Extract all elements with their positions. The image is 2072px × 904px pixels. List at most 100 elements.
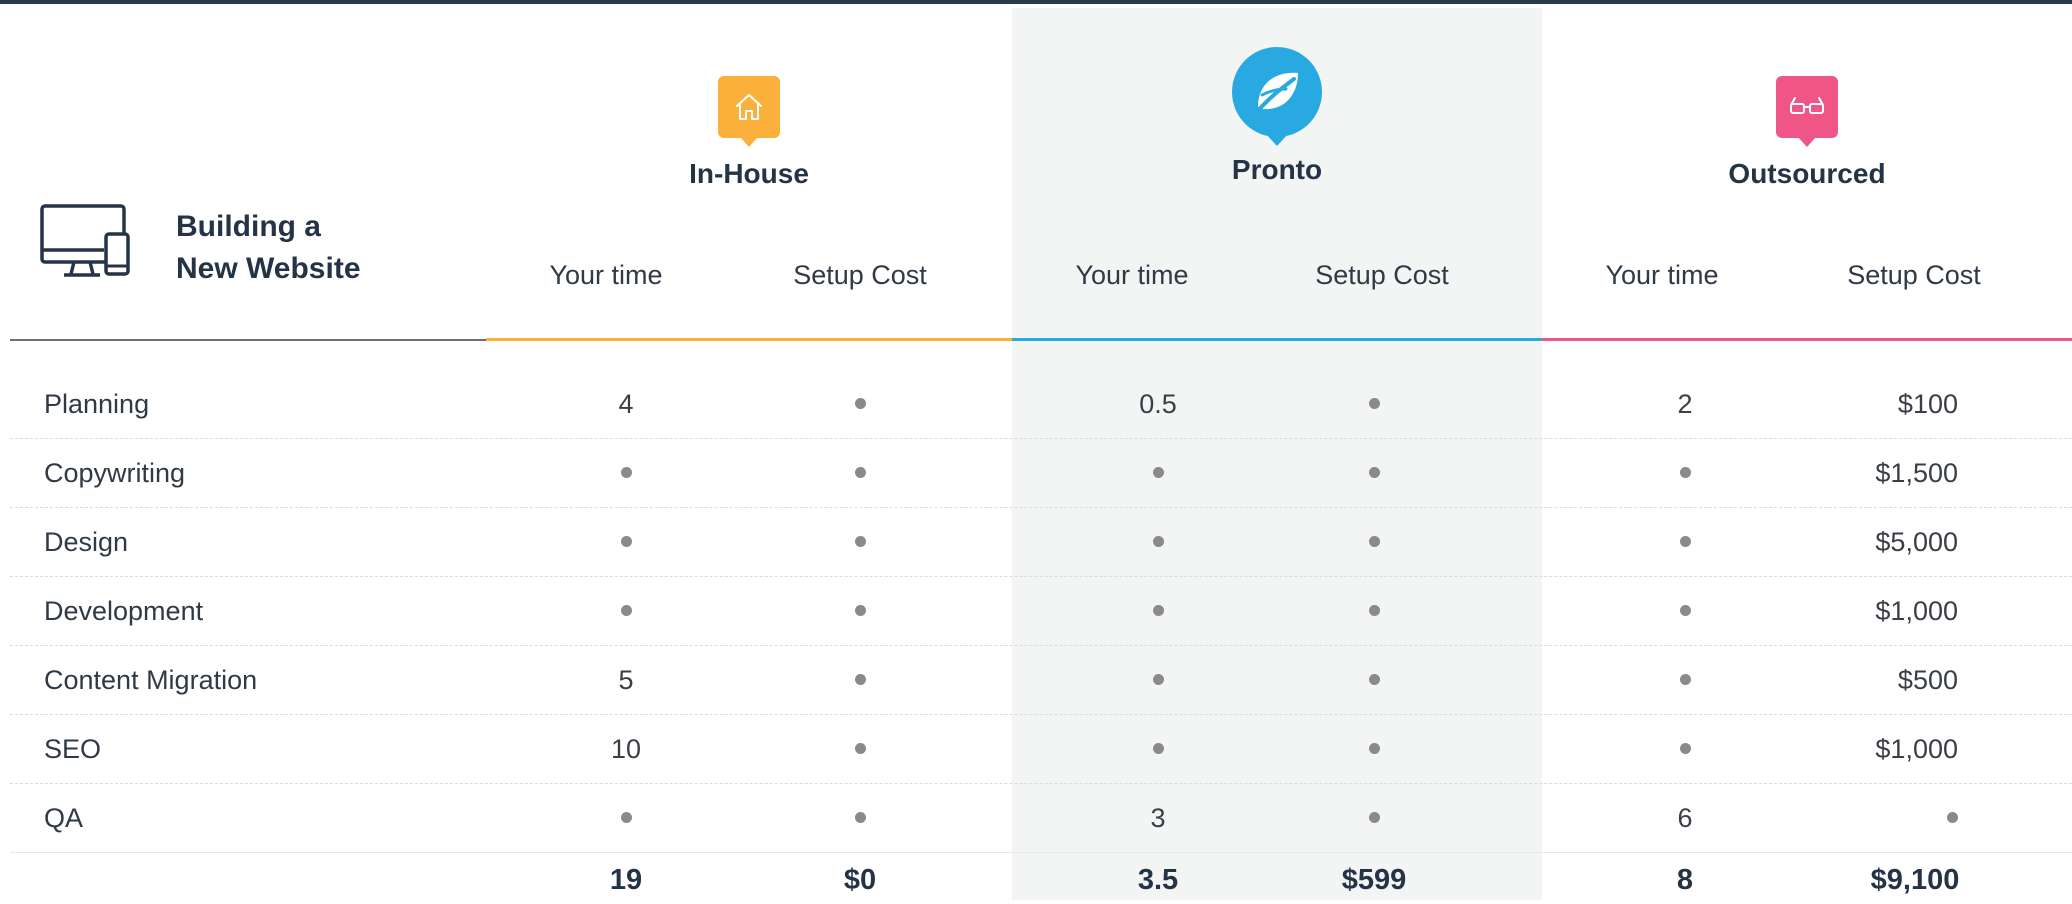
total-outsourced-time: 8	[1676, 864, 1694, 896]
cell-inhouse-cost	[740, 439, 980, 508]
table-row: Design $5,000	[0, 508, 2072, 577]
not-applicable-dot	[620, 467, 632, 479]
not-applicable-dot	[854, 536, 866, 548]
header-rule-outsourced	[1542, 338, 2072, 341]
cell-inhouse-cost	[740, 508, 980, 577]
not-applicable-dot	[1368, 398, 1380, 410]
column-name-inhouse: In-House	[689, 158, 809, 189]
not-applicable-dot	[854, 743, 866, 755]
not-applicable-dot	[1368, 812, 1380, 824]
not-applicable-dot	[1152, 605, 1164, 617]
not-applicable-dot	[1679, 674, 1691, 686]
glasses-icon	[1776, 76, 1838, 138]
table-row: QA 3 6	[0, 784, 2072, 853]
row-label: Copywriting	[44, 458, 186, 488]
house-icon	[718, 76, 780, 138]
total-inhouse-cost: $0	[843, 864, 877, 896]
row-label: Content Migration	[44, 665, 258, 695]
subhead-setup-cost: Setup Cost	[1847, 260, 1981, 290]
cell-inhouse-time: 10	[610, 734, 642, 764]
column-name-outsourced: Outsourced	[1728, 158, 1886, 189]
cell-outsourced-cost: $1,000	[1875, 596, 1958, 626]
column-group-outsourced: Outsourced Your time Setup Cost	[1542, 40, 2072, 340]
not-applicable-dot	[854, 605, 866, 617]
cell-pronto-cost	[1254, 715, 1494, 784]
cell-pronto-time	[1038, 508, 1278, 577]
total-inhouse-time: 19	[609, 864, 643, 896]
not-applicable-dot	[1152, 536, 1164, 548]
table-row: Copywriting $1,500	[0, 439, 2072, 508]
not-applicable-dot	[1368, 536, 1380, 548]
cell-inhouse-cost	[740, 577, 980, 646]
cell-pronto-time	[1038, 577, 1278, 646]
column-name-pronto: Pronto	[1231, 154, 1323, 185]
row-label: Design	[44, 527, 129, 557]
cell-outsourced-cost: $500	[1897, 665, 1958, 695]
cell-inhouse-cost	[740, 370, 980, 439]
badge-pointer	[740, 137, 758, 147]
cell-pronto-cost	[1254, 784, 1494, 853]
badge-pointer	[1266, 134, 1288, 146]
subhead-your-time: Your time	[1605, 260, 1719, 290]
cell-outsourced-cost: $5,000	[1875, 527, 1958, 557]
column-group-inhouse: In-House Your time Setup Cost	[486, 40, 1012, 340]
comparison-table: Building a New Website In-House Your tim…	[0, 0, 2072, 900]
cell-pronto-cost	[1254, 646, 1494, 715]
not-applicable-dot	[1679, 536, 1691, 548]
header-rule-pronto	[1012, 338, 1542, 341]
cell-inhouse-time: 5	[618, 665, 634, 695]
total-outsourced-cost: $9,100	[1870, 864, 1960, 896]
not-applicable-dot	[1368, 674, 1380, 686]
row-label: QA	[44, 803, 84, 833]
not-applicable-dot	[620, 605, 632, 617]
totals-divider	[10, 852, 2072, 853]
not-applicable-dot	[854, 674, 866, 686]
not-applicable-dot	[1368, 743, 1380, 755]
totals-row: 19 $0 3.5 $599 8 $9,100	[0, 864, 2072, 904]
not-applicable-dot	[620, 812, 632, 824]
subhead-your-time: Your time	[549, 260, 663, 290]
table-row: Development $1,000	[0, 577, 2072, 646]
cell-pronto-time	[1038, 715, 1278, 784]
not-applicable-dot	[1368, 467, 1380, 479]
leaf-icon	[1232, 47, 1322, 137]
header-rule-left	[10, 339, 486, 341]
cell-inhouse-time	[506, 577, 746, 646]
not-applicable-dot	[620, 536, 632, 548]
top-border	[0, 0, 2072, 4]
badge-pointer	[1798, 137, 1816, 147]
cell-inhouse-cost	[740, 715, 980, 784]
cell-inhouse-time	[506, 439, 746, 508]
cell-pronto-cost	[1254, 577, 1494, 646]
cell-inhouse-time: 4	[618, 389, 634, 419]
total-pronto-time: 3.5	[1137, 864, 1179, 896]
cell-outsourced-cost	[1718, 784, 1958, 853]
cell-pronto-cost	[1254, 508, 1494, 577]
cell-pronto-time	[1038, 646, 1278, 715]
not-applicable-dot	[854, 812, 866, 824]
not-applicable-dot	[1679, 467, 1691, 479]
total-pronto-cost: $599	[1341, 864, 1407, 896]
subhead-setup-cost: Setup Cost	[1315, 260, 1449, 290]
row-label: Development	[44, 596, 204, 626]
not-applicable-dot	[854, 398, 866, 410]
table-title-block: Building a New Website	[40, 200, 480, 300]
cell-pronto-time: 3	[1150, 803, 1166, 833]
devices-icon	[40, 204, 130, 277]
row-label: Planning	[44, 389, 150, 419]
cell-outsourced-cost: $100	[1897, 389, 1958, 419]
not-applicable-dot	[854, 467, 866, 479]
cell-inhouse-cost	[740, 646, 980, 715]
table-row: SEO 10 $1,000	[0, 715, 2072, 784]
subhead-your-time: Your time	[1075, 260, 1189, 290]
not-applicable-dot	[1368, 605, 1380, 617]
cell-pronto-time	[1038, 439, 1278, 508]
not-applicable-dot	[1152, 743, 1164, 755]
subhead-setup-cost: Setup Cost	[793, 260, 927, 290]
not-applicable-dot	[1152, 674, 1164, 686]
not-applicable-dot	[1679, 743, 1691, 755]
cell-inhouse-time	[506, 508, 746, 577]
cell-outsourced-cost: $1,000	[1875, 734, 1958, 764]
cell-pronto-cost	[1254, 439, 1494, 508]
table-row: Content Migration 5 $500	[0, 646, 2072, 715]
